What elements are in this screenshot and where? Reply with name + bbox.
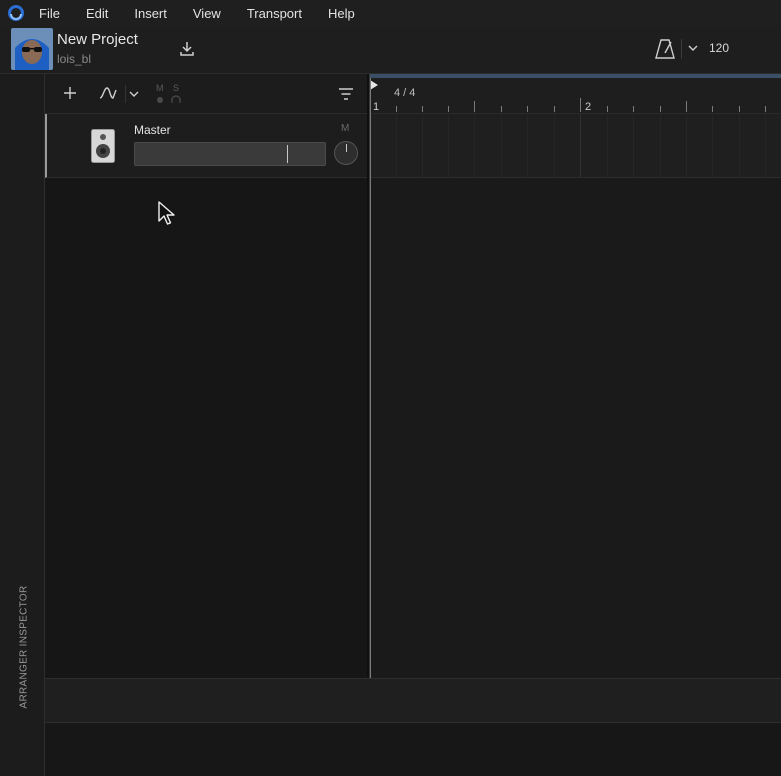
ruler-tick [765,106,766,112]
filter-icon[interactable] [338,87,354,101]
lane-bar-line [580,114,581,178]
lane-grid-line [712,114,713,178]
solo-label: S [173,83,180,93]
tempo-separator [681,39,682,59]
track-toolbar: M S [45,74,367,114]
menu-transport[interactable]: Transport [247,6,302,21]
bottom-panel-bar[interactable] [45,678,781,723]
project-title[interactable]: New Project [57,31,138,48]
lane-grid-line [474,114,475,178]
menu-file[interactable]: File [39,6,60,21]
ruler-tick [448,106,449,112]
bar-number-1: 1 [373,101,380,113]
app-logo-icon[interactable] [7,4,25,22]
lane-grid-line [448,114,449,178]
lane-grid-line [501,114,502,178]
avatar[interactable] [11,28,53,70]
ruler-tick [554,106,555,112]
ruler-tick [422,106,423,112]
speaker-icon [91,129,115,163]
automation-curve-icon[interactable] [99,85,117,101]
ruler-tick [739,106,740,112]
mute-label: M [156,83,164,93]
cursor-icon [158,201,175,225]
lane-grid-line [739,114,740,178]
lane-grid-line [527,114,528,178]
tempo-value[interactable]: 120 [709,41,729,55]
project-user: lois_bl [57,52,92,66]
track-name[interactable]: Master [134,123,171,137]
timeline-ruler[interactable]: 4 / 4 1 2 [370,78,781,114]
menu-insert[interactable]: Insert [134,6,167,21]
time-signature[interactable]: 4 / 4 [394,87,415,99]
track-mute-label[interactable]: M [341,123,349,134]
lane-grid-line [633,114,634,178]
lane-grid-line [607,114,608,178]
project-header: New Project lois_bl 120 [0,26,781,74]
ruler-tick [660,106,661,112]
bottom-panel [45,723,781,776]
ruler-tick [633,106,634,112]
download-icon[interactable] [178,40,196,58]
chevron-down-icon[interactable] [129,89,139,99]
menu-bar: File Edit Insert View Transport Help [0,0,781,26]
lane-grid-line [765,114,766,178]
volume-fader-handle[interactable] [287,145,288,163]
lane-grid-line [422,114,423,178]
add-icon[interactable] [62,85,78,101]
lane-grid-line [554,114,555,178]
arranger-inspector-strip[interactable]: ARRANGER INSPECTOR [0,74,45,776]
ruler-tick [580,98,581,112]
bar-number-2: 2 [585,101,592,113]
chevron-down-icon[interactable] [688,43,698,53]
track-header-panel: M S Master M [45,74,367,678]
playhead-marker-icon[interactable] [370,80,378,90]
headphones-icon [171,95,181,103]
ruler-tick [607,106,608,112]
ruler-tick [396,106,397,112]
playhead-line[interactable] [370,78,371,678]
menu-help[interactable]: Help [328,6,355,21]
record-dot-icon [157,97,163,103]
lane-grid-line [660,114,661,178]
menu-view[interactable]: View [193,6,221,21]
master-track-lane[interactable] [370,114,781,178]
lane-grid-line [396,114,397,178]
pan-knob[interactable] [334,141,358,165]
toolbar-separator [125,85,126,103]
master-track-header[interactable]: Master M [45,114,367,178]
lane-grid-line [686,114,687,178]
volume-fader[interactable] [134,142,326,166]
arranger-inspector-label[interactable]: ARRANGER INSPECTOR [19,585,30,708]
ruler-tick [527,106,528,112]
ruler-tick [712,106,713,112]
timeline[interactable]: 4 / 4 1 2 [370,74,781,678]
metronome-icon[interactable] [655,38,675,60]
menu-edit[interactable]: Edit [86,6,108,21]
ruler-tick [501,106,502,112]
ruler-tick [686,101,687,112]
mute-solo-indicator: M S [155,83,185,105]
ruler-tick [474,101,475,112]
